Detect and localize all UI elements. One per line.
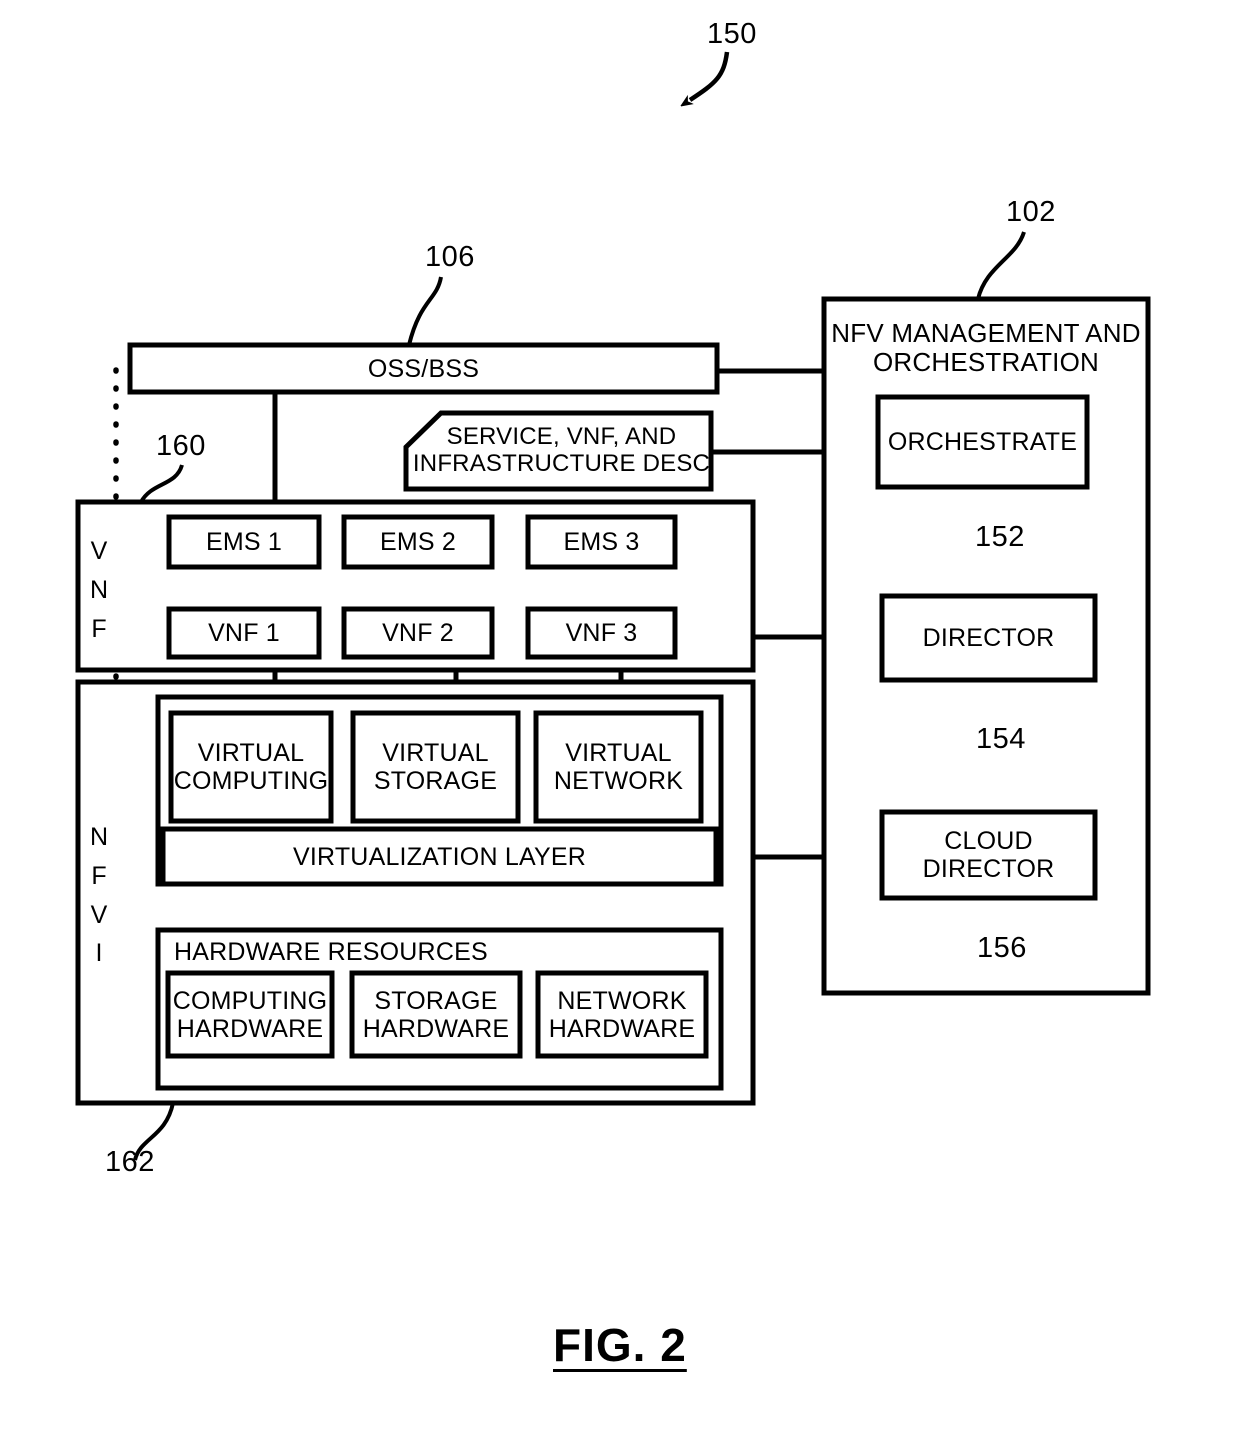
virtualization-layer-box[interactable] (160, 826, 719, 887)
virtual-storage-box[interactable] (350, 710, 521, 824)
ems-3-box[interactable] (525, 514, 678, 570)
virtual-computing-box[interactable] (168, 710, 334, 824)
vnf-1-box[interactable] (166, 606, 322, 660)
ref-number-160: 160 (156, 430, 206, 462)
ref-number-106: 106 (425, 241, 475, 273)
computing-hardware-box[interactable] (165, 970, 335, 1059)
director-box[interactable] (879, 593, 1098, 683)
vnf-2-box[interactable] (341, 606, 495, 660)
vnf-side-label-text: V N F (89, 537, 109, 643)
ems-2-box[interactable] (341, 514, 495, 570)
ref-number-152: 152 (975, 521, 1025, 553)
cloud-director-box[interactable] (879, 809, 1098, 901)
vnf-side-label: V N F (84, 532, 114, 648)
virtual-network-box[interactable] (533, 710, 704, 824)
ref-number-154: 154 (976, 723, 1026, 755)
vnf-3-box[interactable] (525, 606, 678, 660)
oss-bss-box[interactable] (127, 342, 720, 395)
nfvi-side-label: N F V I (84, 818, 114, 973)
nfvi-side-label-text: N F V I (89, 823, 109, 968)
ref-number-162: 162 (105, 1146, 155, 1178)
leader-160 (139, 464, 184, 504)
orchestrate-box[interactable] (875, 394, 1090, 490)
ref-number-102: 102 (1006, 196, 1056, 228)
descriptor-box[interactable] (403, 410, 714, 492)
network-hardware-box[interactable] (535, 970, 709, 1059)
patent-figure-2: 150 102 106 160 162 152 154 156 OSS/BSS … (0, 0, 1240, 1429)
ref-number-150: 150 (707, 18, 757, 50)
storage-hardware-box[interactable] (349, 970, 523, 1059)
leader-102 (976, 231, 1026, 300)
figure-caption: FIG. 2 (553, 1319, 687, 1371)
leader-106 (407, 276, 443, 346)
system-leader-150 (690, 51, 730, 100)
ems-1-box[interactable] (166, 514, 322, 570)
ref-number-156: 156 (977, 932, 1027, 964)
